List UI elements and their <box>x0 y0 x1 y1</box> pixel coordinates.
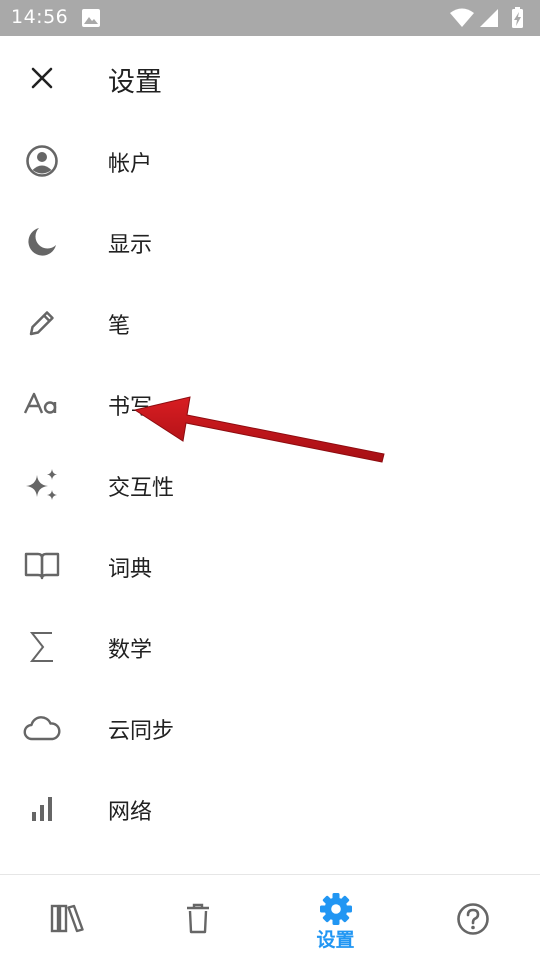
menu-item-display[interactable]: 显示 <box>0 201 540 282</box>
help-icon <box>453 899 493 939</box>
nav-settings[interactable]: 设置 <box>268 875 403 961</box>
menu-item-cloud-sync[interactable]: 云同步 <box>0 687 540 768</box>
pencil-icon <box>22 303 62 343</box>
menu-item-dictionary[interactable]: 词典 <box>0 525 540 606</box>
signal-icon <box>480 9 498 27</box>
account-circle-icon <box>22 141 62 181</box>
close-icon <box>31 67 53 89</box>
menu-item-label: 显示 <box>108 233 153 258</box>
status-bar: 14:56 <box>0 0 540 36</box>
moon-icon <box>22 222 62 262</box>
menu-item-writing[interactable]: 书写 <box>0 363 540 444</box>
nav-help[interactable] <box>405 875 540 961</box>
menu-item-math[interactable]: 数学 <box>0 606 540 687</box>
status-icons <box>450 7 530 33</box>
sparkle-icon <box>22 465 62 505</box>
battery-charging-icon <box>512 7 523 28</box>
trash-icon <box>178 899 218 939</box>
menu-item-interactivity[interactable]: 交互性 <box>0 444 540 525</box>
gear-icon <box>316 889 356 929</box>
nav-settings-label: 设置 <box>316 929 355 951</box>
menu-item-label: 词典 <box>108 557 153 582</box>
menu-item-partial[interactable] <box>0 849 540 872</box>
app-bar: 设置 <box>0 36 540 122</box>
menu-item-label: 网络 <box>108 800 153 825</box>
bottom-navigation: 设置 <box>0 874 540 961</box>
book-open-icon <box>22 546 62 586</box>
close-button[interactable] <box>22 58 62 98</box>
bar-chart-icon <box>22 789 62 829</box>
menu-item-network[interactable]: 网络 <box>0 768 540 849</box>
menu-item-label: 交互性 <box>108 476 175 501</box>
menu-item-label: 云同步 <box>108 719 175 744</box>
cloud-icon <box>22 708 62 748</box>
menu-item-label: 帐户 <box>108 152 153 177</box>
menu-item-label: 书写 <box>108 395 153 420</box>
menu-item-label: 笔 <box>108 314 131 339</box>
menu-item-pen[interactable]: 笔 <box>0 282 540 363</box>
sigma-icon <box>22 627 62 667</box>
page-title: 设置 <box>108 67 162 98</box>
library-icon <box>48 899 88 939</box>
wifi-icon <box>450 8 474 27</box>
menu-item-label: 数学 <box>108 638 153 663</box>
menu-item-account[interactable]: 帐户 <box>0 120 540 201</box>
image-icon <box>82 9 100 31</box>
settings-list: 帐户 显示 笔 书写 交互性 词典 数学 云同步 网络 <box>0 120 540 872</box>
status-time: 14:56 <box>11 6 69 28</box>
font-aa-icon <box>22 384 62 424</box>
nav-library[interactable] <box>0 875 135 961</box>
nav-trash[interactable] <box>130 875 265 961</box>
